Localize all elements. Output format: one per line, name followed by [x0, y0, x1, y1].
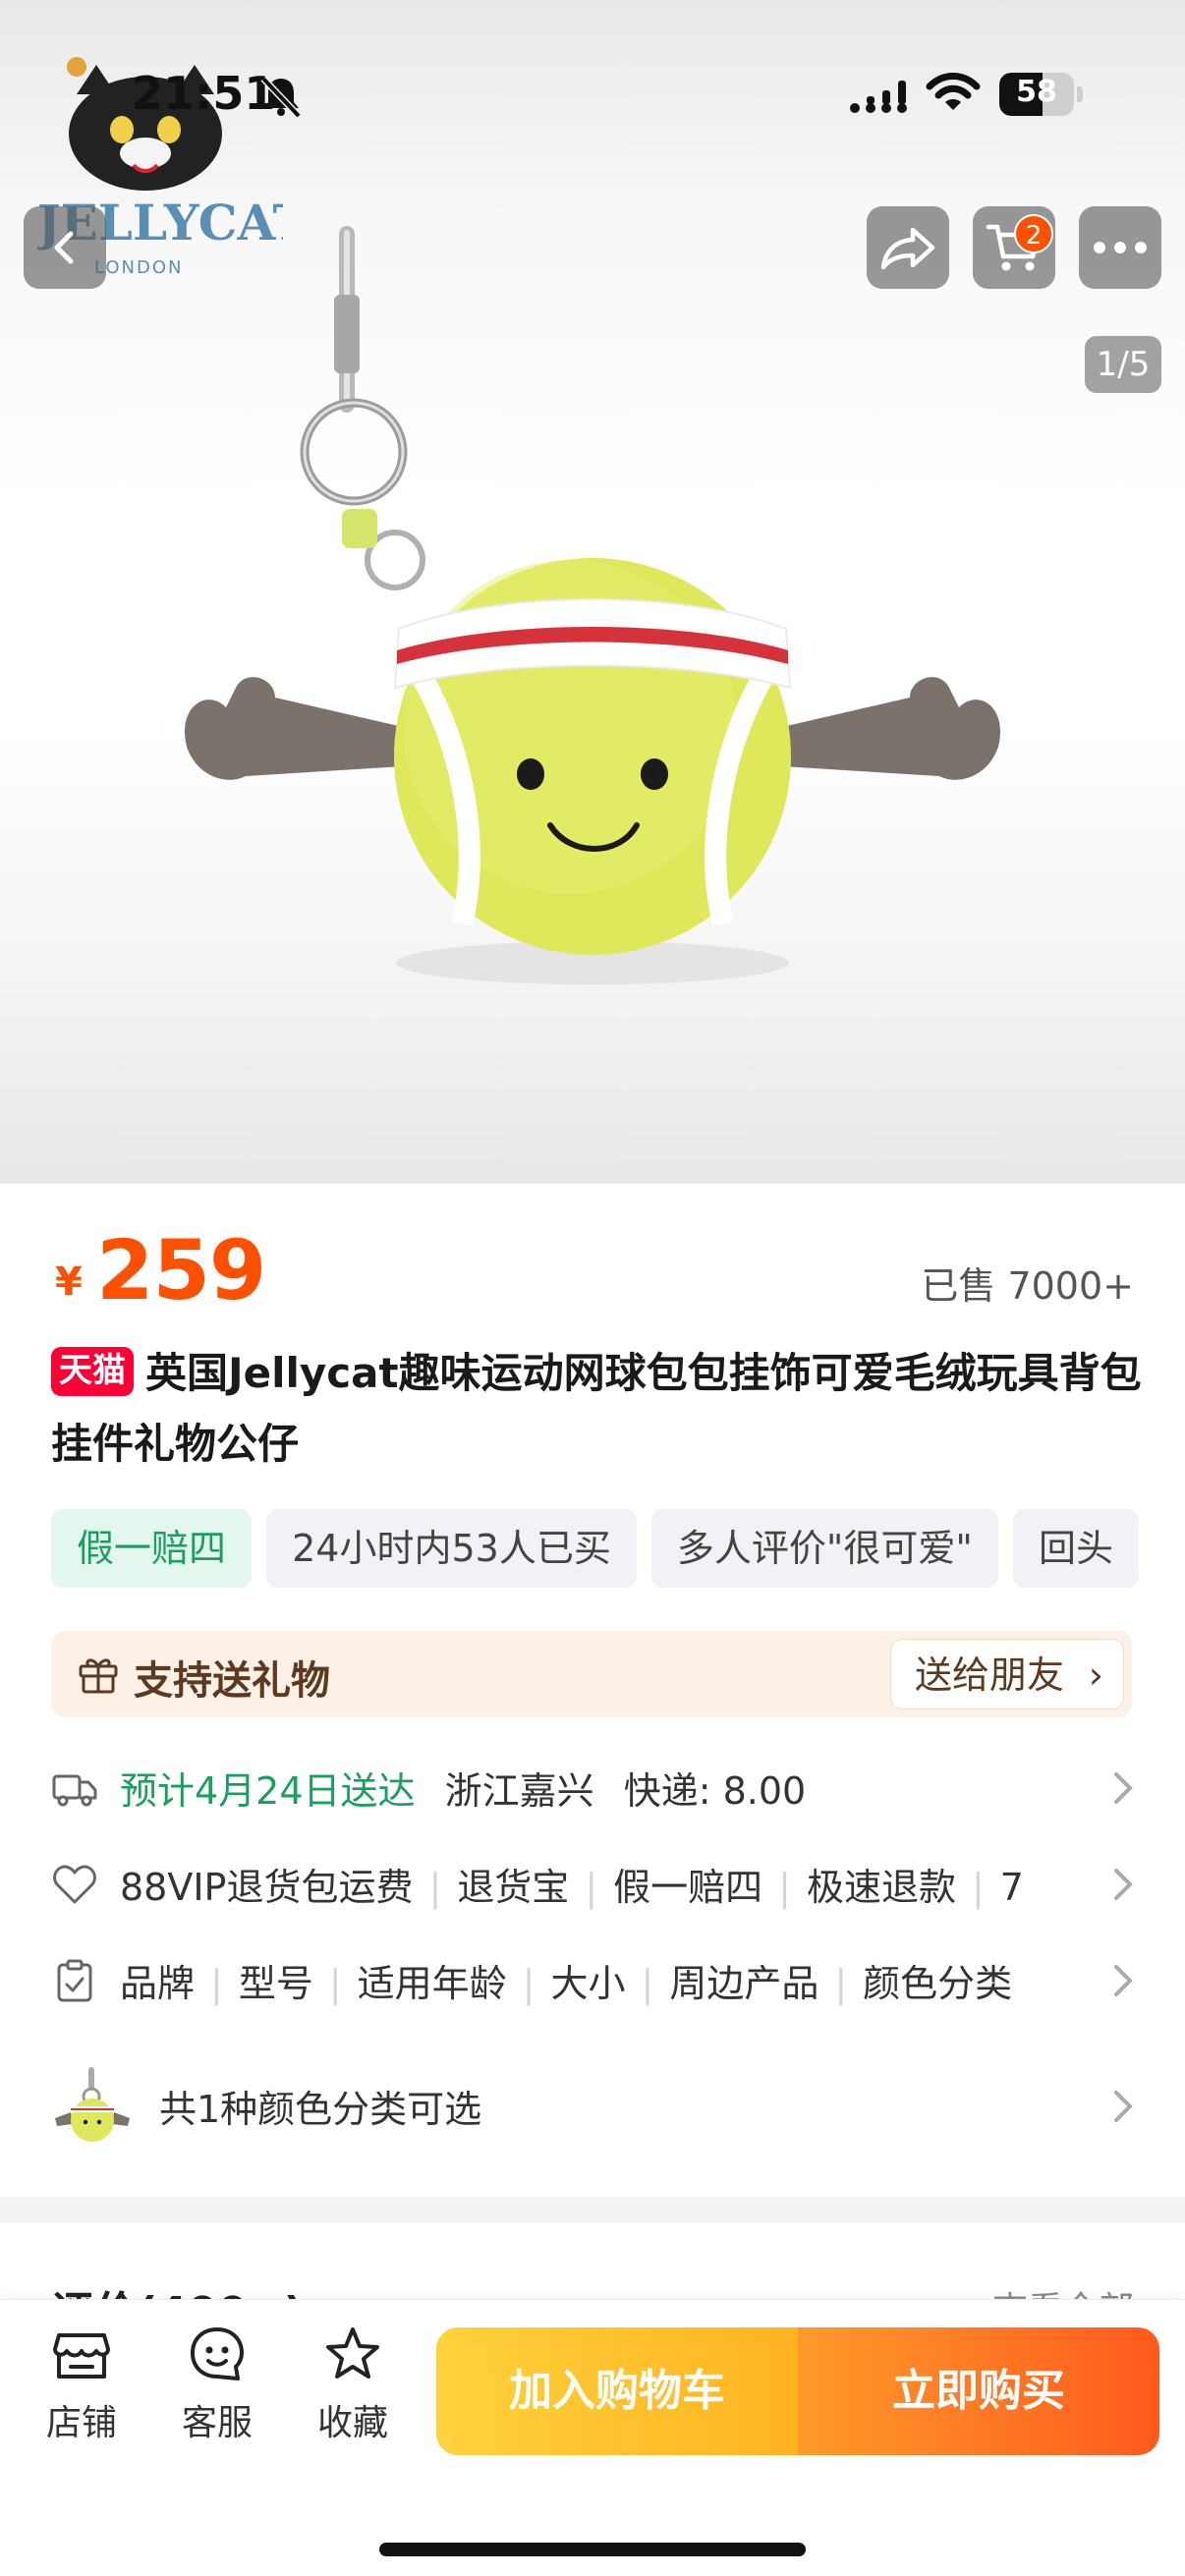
service-item: 假一赔四 — [613, 1866, 763, 1909]
delivery-row[interactable]: 预计4月24日送达 浙江嘉兴 快递: 8.00 — [51, 1757, 1138, 1820]
services-text: 88VIP退货包运费 | 退货宝 | 假一赔四 | 极速退款 | 7 — [120, 1866, 1024, 1909]
share-icon — [880, 227, 935, 270]
customer-service-button[interactable]: 客服 — [163, 2324, 271, 2443]
bell-muted-icon — [260, 76, 302, 119]
tag-item[interactable]: 24小时内53人已买 — [266, 1509, 637, 1588]
cart-count-badge: 2 — [1014, 214, 1053, 253]
store-icon — [53, 2333, 110, 2379]
currency-symbol: ¥ — [55, 1260, 83, 1305]
more-dots-icon — [1094, 242, 1147, 253]
sold-count: 已售 7000+ — [921, 1264, 1134, 1308]
clipboard-check-icon — [57, 1959, 92, 2002]
more-button[interactable] — [1079, 206, 1161, 289]
delivery-text: 预计4月24日送达 浙江嘉兴 快递: 8.00 — [120, 1761, 1093, 1815]
service-item: 7 — [999, 1866, 1024, 1909]
favorite-button[interactable]: 收藏 — [299, 2324, 407, 2443]
customer-service-label: 客服 — [181, 2403, 253, 2443]
add-to-cart-button[interactable]: 加入购物车 — [436, 2327, 798, 2455]
brand-logo-sub: LONDON — [94, 257, 184, 278]
params-row[interactable]: 品牌 | 型号 | 适用年龄 | 大小 | 周边产品 | 颜色分类 — [51, 1949, 1138, 2012]
services-row[interactable]: 88VIP退货包运费 | 退货宝 | 假一赔四 | 极速退款 | 7 — [51, 1853, 1138, 1916]
params-text: 品牌 | 型号 | 适用年龄 | 大小 | 周边产品 | 颜色分类 — [120, 1962, 1013, 2005]
chevron-right-icon: › — [1088, 1653, 1103, 1697]
param-item: 颜色分类 — [863, 1962, 1013, 2005]
service-item: 退货宝 — [457, 1866, 570, 1909]
chevron-left-icon — [54, 231, 74, 264]
home-indicator[interactable] — [379, 2543, 806, 2556]
delivery-shipping: 快递: 8.00 — [623, 1769, 807, 1813]
bottom-action-bar: 店铺 客服 收藏 加入购物车 立即购买 — [0, 2299, 1185, 2576]
product-tags[interactable]: 假一赔四 24小时内53人已买 多人评价"很可爱" 回头 — [51, 1509, 1185, 1588]
service-item: 88VIP退货包运费 — [120, 1866, 414, 1909]
delivery-origin: 浙江嘉兴 — [444, 1769, 594, 1813]
status-bar: 21:51 58 — [0, 59, 1185, 128]
image-page-indicator: 1/5 — [1085, 336, 1161, 393]
share-button[interactable] — [867, 206, 949, 289]
tag-item[interactable]: 回头 — [1012, 1509, 1139, 1588]
store-button[interactable]: 店铺 — [28, 2324, 136, 2443]
delivery-eta: 预计4月24日送达 — [120, 1769, 416, 1813]
battery-icon: 58 — [999, 73, 1083, 116]
chevron-right-icon — [1114, 1965, 1133, 1996]
chat-face-icon — [191, 2327, 244, 2380]
store-label: 店铺 — [45, 2403, 117, 2443]
section-divider — [0, 2197, 1185, 2222]
truck-icon — [52, 1774, 97, 1807]
product-image[interactable] — [167, 196, 1018, 1022]
gift-label: 支持送礼物 — [134, 1658, 330, 1704]
chevron-right-icon — [1114, 1772, 1133, 1804]
product-price: 259 — [96, 1222, 266, 1318]
cta-group: 加入购物车 立即购买 — [436, 2327, 1159, 2455]
chevron-right-icon — [1114, 1869, 1133, 1900]
star-icon — [326, 2327, 379, 2379]
gift-bar[interactable]: 支持送礼物 送给朋友 › — [51, 1631, 1132, 1717]
color-summary: 共1种颜色分类可选 — [159, 2088, 482, 2131]
status-time: 21:51 — [132, 67, 276, 120]
wifi-icon — [926, 73, 981, 110]
chevron-right-icon — [1114, 2091, 1133, 2122]
param-item: 适用年龄 — [357, 1962, 507, 2005]
product-title: 天猫 英国Jellycat趣味运动网球包包挂饰可爱毛绒玩具背包挂件礼物公仔 — [51, 1338, 1142, 1480]
cart-button[interactable]: 2 — [973, 206, 1055, 289]
param-item: 型号 — [238, 1962, 313, 2005]
send-to-friend-label: 送给朋友 — [914, 1653, 1064, 1697]
buy-now-button[interactable]: 立即购买 — [798, 2327, 1159, 2455]
param-item: 周边产品 — [669, 1962, 819, 2005]
back-button[interactable] — [24, 206, 106, 289]
signal-icon — [850, 81, 907, 113]
tmall-badge: 天猫 — [51, 1347, 134, 1396]
shield-heart-icon — [53, 1865, 96, 1904]
param-item: 品牌 — [120, 1962, 196, 2005]
battery-level: 58 — [1016, 75, 1057, 109]
gift-icon — [79, 1658, 118, 1694]
product-title-text: 英国Jellycat趣味运动网球包包挂饰可爱毛绒玩具背包挂件礼物公仔 — [51, 1349, 1142, 1468]
param-item: 大小 — [550, 1962, 626, 2005]
send-to-friend-button[interactable]: 送给朋友 › — [889, 1639, 1124, 1709]
tag-item[interactable]: 多人评价"很可爱" — [650, 1509, 998, 1588]
favorite-label: 收藏 — [316, 2403, 388, 2443]
tag-item[interactable]: 假一赔四 — [51, 1509, 253, 1588]
service-item: 极速退款 — [806, 1866, 956, 1909]
product-gallery[interactable]: JELLYCAT LONDON 21:51 58 2 1/5 — [0, 0, 1185, 1184]
color-variant-row[interactable]: 共1种颜色分类可选 — [51, 2075, 1138, 2138]
